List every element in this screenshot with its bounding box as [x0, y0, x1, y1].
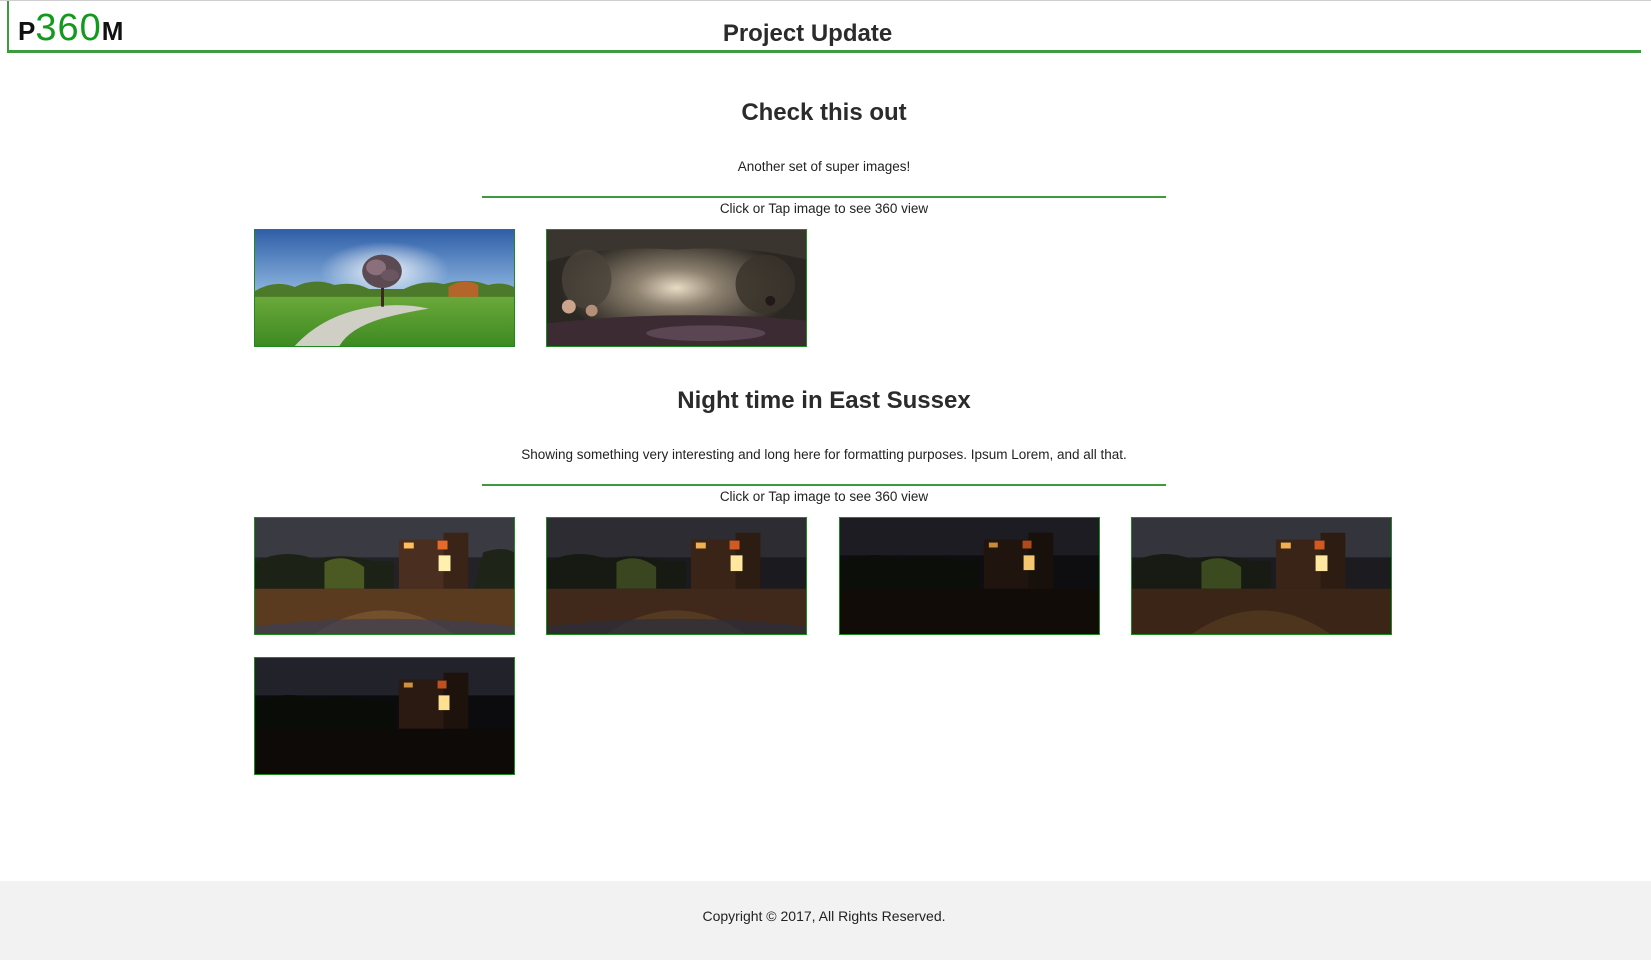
copyright-text: Copyright © 2017, All Rights Reserved.: [702, 908, 946, 924]
night-house-image: [1132, 518, 1391, 634]
view-hint: Click or Tap image to see 360 view: [719, 489, 929, 504]
park-panorama-image: [255, 230, 514, 346]
section-title: Night time in East Sussex: [677, 387, 971, 414]
panorama-thumbnail-night-4[interactable]: [1131, 517, 1392, 635]
panorama-thumbnail-park[interactable]: [254, 229, 515, 347]
night-house-image: [255, 658, 514, 774]
site-footer: Copyright © 2017, All Rights Reserved.: [0, 881, 1651, 960]
view-hint: Click or Tap image to see 360 view: [719, 201, 929, 216]
night-house-image: [547, 518, 806, 634]
night-house-image: [840, 518, 1099, 634]
cave-panorama-image: [547, 230, 806, 346]
section-title: Check this out: [741, 99, 907, 126]
panorama-thumbnail-night-2[interactable]: [546, 517, 807, 635]
page-title: Project Update: [722, 20, 893, 47]
panorama-thumbnail-cave[interactable]: [546, 229, 807, 347]
panorama-thumbnail-night-5[interactable]: [254, 657, 515, 775]
panorama-thumbnail-night-3[interactable]: [839, 517, 1100, 635]
section-divider: [482, 484, 1166, 486]
night-house-image: [255, 518, 514, 634]
site-header: P360M Project Update: [7, 1, 1641, 53]
panorama-thumbnail-night-1[interactable]: [254, 517, 515, 635]
section-description: Another set of super images!: [737, 159, 911, 174]
section-description: Showing something very interesting and l…: [521, 447, 1127, 462]
section-divider: [482, 196, 1166, 198]
